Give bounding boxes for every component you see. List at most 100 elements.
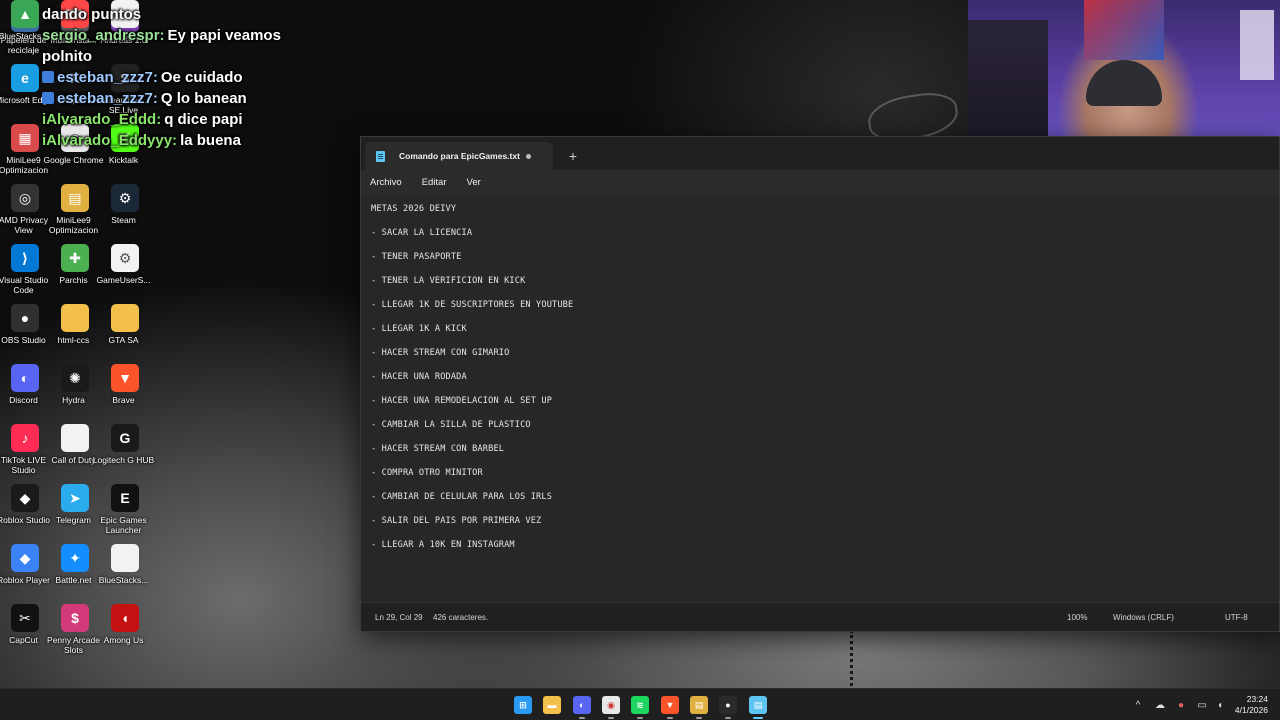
battlenet-icon: ✦	[61, 544, 89, 572]
running-indicator	[753, 717, 763, 719]
file-icon: ⚙	[111, 244, 139, 272]
webcam-streamer-cap	[1086, 60, 1162, 106]
desktop-shortcut[interactable]: G Logitech G HUB	[93, 424, 154, 482]
menu-editar[interactable]: Editar	[422, 177, 447, 188]
amd-icon: ◎	[11, 184, 39, 212]
file-icon	[111, 544, 139, 572]
notepad-window: Comando para EpicGames.txt + Archivo Edi…	[360, 136, 1280, 632]
zoom-level[interactable]: 100%	[1067, 613, 1087, 622]
chat-message: sergio_andrespr: Ey papi veamos polnito	[42, 25, 302, 67]
chat-username: esteban_zzz7:	[57, 69, 158, 86]
system-tray: ^ ☁ ● ▭ ◖ 23:24 4/1/2026	[1130, 689, 1280, 720]
encoding[interactable]: UTF-8	[1225, 613, 1248, 622]
notepad-taskbar-icon[interactable]: ▤	[749, 696, 767, 714]
text-line: - HACER STREAM CON BARBEL	[371, 444, 505, 454]
text-line: - HACER UNA REMODELACION AL SET UP	[371, 396, 553, 406]
chat-message: esteban_zzz7: Q lo banean	[42, 88, 302, 109]
discord-taskbar-icon[interactable]: ◐	[573, 696, 591, 714]
taskbar: ^ ☁ ● ▭ ◖ 23:24 4/1/2026 ⊞ ▬ ◐ ◉ ≋ ▼ ▤ ● ▤	[0, 688, 1280, 720]
webcam-poster	[1084, 0, 1164, 60]
notepad-menubar: Archivo Editar Ver	[361, 170, 1279, 194]
desktop-shortcut-label: GTA SA	[108, 335, 139, 345]
text-line: - LLEGAR A 10K EN INSTAGRAM	[371, 540, 515, 550]
stream-chat-overlay: dando puntos sergio_andrespr: Ey papi veam…	[42, 4, 302, 151]
desktop-shortcut-label: Steam	[111, 215, 136, 225]
notepad-tab[interactable]: Comando para EpicGames.txt	[365, 142, 553, 170]
menu-ver[interactable]: Ver	[467, 177, 481, 188]
chat-text: Q lo banean	[160, 90, 247, 107]
clock-date: 4/1/2026	[1234, 705, 1268, 715]
microphone-icon[interactable]: ●	[1175, 699, 1187, 711]
running-indicator	[696, 717, 702, 719]
chat-text: la buena	[180, 132, 241, 149]
tiktok-icon: ♪	[11, 424, 39, 452]
desktop-shortcut[interactable]: ⚙ Steam	[96, 184, 154, 242]
chat-message: iAlvarado_Eddd: q dice papi	[42, 109, 302, 130]
minilee-icon: ▦	[11, 124, 39, 152]
desktop-shortcut[interactable]: ▼ Brave	[96, 364, 154, 422]
desktop-shortcut[interactable]: ⚙ GameUserS...	[96, 244, 154, 302]
notepad-titlebar[interactable]: Comando para EpicGames.txt +	[361, 137, 1279, 170]
running-indicator	[637, 717, 643, 719]
taskbar-clock[interactable]: 23:24 4/1/2026	[1235, 694, 1268, 716]
capcut-icon: ✂	[11, 604, 39, 632]
chat-text: dando puntos	[42, 6, 142, 23]
brave-taskbar-icon[interactable]: ▼	[661, 696, 679, 714]
minilee-folder-icon: ▤	[61, 184, 89, 212]
chat-badge-icon	[42, 92, 54, 104]
obs-icon: ●	[11, 304, 39, 332]
chat-username: sergio_andrespr:	[42, 27, 165, 44]
unsaved-dot-icon[interactable]	[526, 154, 531, 159]
running-indicator	[667, 717, 673, 719]
chat-text: q dice papi	[164, 111, 243, 128]
minilee-taskbar-icon[interactable]: ▤	[690, 696, 708, 714]
chat-text: Oe cuidado	[160, 69, 243, 86]
notepad-file-icon	[376, 151, 385, 162]
file-icon	[61, 424, 89, 452]
cursor-position: Ln 29, Col 29	[375, 613, 423, 622]
text-line: - TENER PASAPORTE	[371, 252, 462, 262]
text-line: METAS 2026 DEIVY	[371, 204, 457, 214]
obs-taskbar-icon[interactable]: ●	[719, 696, 737, 714]
chat-username: iAlvarado_Eddd:	[42, 111, 162, 128]
discord-icon: ◐	[11, 364, 39, 392]
desktop-shortcut-label: Brave	[112, 395, 135, 405]
chevron-up-icon[interactable]: ^	[1132, 699, 1144, 711]
new-tab-button[interactable]: +	[563, 148, 583, 164]
telegram-icon: ➤	[61, 484, 89, 512]
menu-archivo[interactable]: Archivo	[370, 177, 402, 188]
desktop-shortcut-label: Kicktalk	[108, 155, 139, 165]
line-ending[interactable]: Windows (CRLF)	[1113, 613, 1174, 622]
desktop-shortcut[interactable]: BlueStacks...	[96, 544, 154, 602]
slots-icon: $	[61, 604, 89, 632]
desktop-shortcut-label: Epic Games Launcher	[100, 515, 147, 535]
chat-message: iAlvarado_Eddyyy: la buena	[42, 130, 302, 151]
desktop-shortcut[interactable]: ◖ Among Us	[96, 604, 154, 662]
text-line: - SACAR LA LICENCIA	[371, 228, 473, 238]
text-line: - LLEGAR 1K A KICK	[371, 324, 467, 334]
network-icon[interactable]: ▭	[1196, 699, 1208, 711]
roblox-player-icon: ◆	[11, 544, 39, 572]
edge-icon: e	[11, 64, 39, 92]
desktop-shortcut[interactable]: GTA SA	[96, 304, 154, 362]
desktop-shortcut[interactable]: E Epic Games Launcher	[96, 484, 154, 542]
among-us-icon: ◖	[111, 604, 139, 632]
running-indicator	[579, 717, 585, 719]
start-button[interactable]: ⊞	[514, 696, 532, 714]
roblox-studio-icon: ◆	[11, 484, 39, 512]
cloud-icon[interactable]: ☁	[1154, 699, 1166, 711]
text-line: - SALIR DEL PAIS POR PRIMERA VEZ	[371, 516, 542, 526]
notepad-tab-title: Comando para EpicGames.txt	[399, 151, 520, 161]
desktop-shortcut-label: Among Us	[103, 635, 144, 645]
text-line: - TENER LA VERIFICION EN KICK	[371, 276, 526, 286]
text-line: - HACER STREAM CON GIMARIO	[371, 348, 510, 358]
chrome-taskbar-icon[interactable]: ◉	[602, 696, 620, 714]
text-line: - COMPRA OTRO MINITOR	[371, 468, 483, 478]
steam-icon: ⚙	[111, 184, 139, 212]
desktop-shortcut-label: GameUserS...	[96, 275, 151, 285]
volume-icon[interactable]: ◖	[1214, 699, 1226, 711]
notepad-text-editor[interactable]: METAS 2026 DEIVY - SACAR LA LICENCIA - TEN…	[361, 194, 1279, 603]
file-explorer-icon[interactable]: ▬	[543, 696, 561, 714]
spotify-icon[interactable]: ≋	[631, 696, 649, 714]
running-indicator	[608, 717, 614, 719]
